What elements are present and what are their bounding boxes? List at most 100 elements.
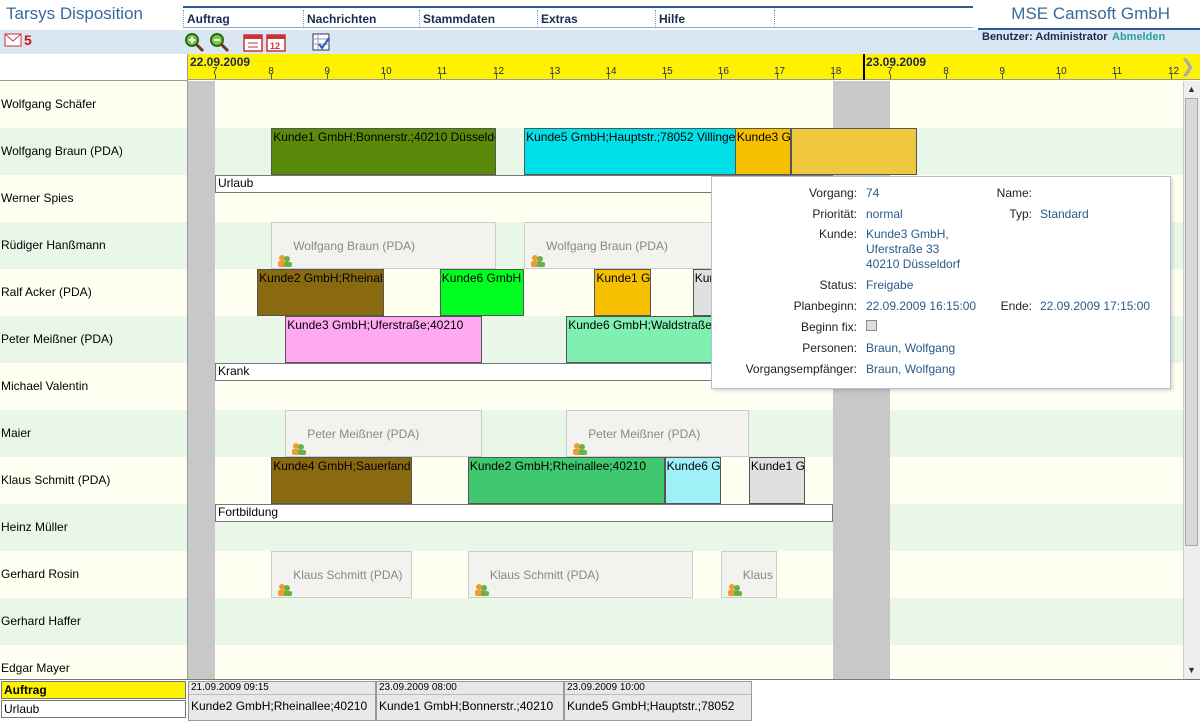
job-bar[interactable]: Kunde3 GmbH;Uferstraße;40210 [734,128,792,175]
people-icon [276,240,293,267]
employee-name[interactable]: Edgar Mayer [0,645,187,679]
menu-extras[interactable]: Extras [537,10,655,28]
unscheduled-card[interactable]: 23.09.2009 10:00 Kunde5 GmbH;Hauptstr.;7… [564,681,752,721]
menu-hilfe[interactable]: Hilfe [655,10,775,28]
unscheduled-type-urlaub[interactable]: Urlaub [1,700,186,718]
assignment-bar[interactable]: Peter Meißner (PDA) [285,410,482,457]
people-icon [473,569,489,596]
scroll-right-icon[interactable]: ❯ [1180,56,1198,76]
tip-empf-label: Vorgangsempfänger: [745,362,857,376]
assignment-label: Klaus Schmitt (PDA) [293,568,403,582]
employee-name[interactable]: Klaus Schmitt (PDA) [0,457,187,504]
hour-tick [833,74,835,79]
job-bar[interactable]: Kunde6 GmbH [664,457,721,504]
scroll-up-icon[interactable]: ▲ [1185,82,1198,97]
tip-typ-value: Standard [1040,207,1089,221]
job-bar[interactable]: Kunde1 GmbH [748,457,806,504]
employee-name[interactable]: Heinz Müller [0,504,187,551]
employee-name[interactable]: Werner Spies [0,175,187,222]
hour-tick-label: 12 [493,66,505,77]
hour-tick [327,74,329,79]
job-bar[interactable]: Kunde1 GmbH;Bonnerstr.;40210 Düsseldorf [271,128,496,175]
employee-name[interactable]: Gerhard Haffer [0,598,187,645]
zoom-out-icon[interactable] [208,31,230,53]
menu-stammdaten[interactable]: Stammdaten [419,10,537,28]
assignment-bar[interactable]: Peter Meißner (PDA) [566,410,749,457]
calendar-twelve-icon[interactable]: 12 [265,31,287,53]
tip-status-label: Status: [819,278,857,292]
job-bar[interactable]: Kunde1 GmbH [594,269,651,316]
employee-name[interactable]: Wolfgang Schäfer [0,81,187,128]
app-title: Tarsys Disposition [6,4,143,23]
menu-auftrag[interactable]: Auftrag [183,10,303,28]
hour-tick [946,74,948,79]
employee-name[interactable]: Wolfgang Braun (PDA) [0,128,187,175]
card-text: Kunde5 GmbH;Hauptstr.;78052 [567,699,735,713]
logout-link[interactable]: Abmelden [1112,31,1165,43]
scrollbar-thumb[interactable] [1185,98,1198,546]
job-bar[interactable]: Kunde4 GmbH;Sauerland [271,457,412,504]
day-label: 23.09.2009 [866,55,927,69]
unscheduled-card[interactable]: 23.09.2009 08:00 Kunde1 GmbH;Bonnerstr.;… [376,681,564,721]
job-bar[interactable]: Kunde2 GmbH;Rheinallee [257,269,384,316]
assignment-label: Peter Meißner (PDA) [588,427,701,441]
employee-name[interactable]: Ralf Acker (PDA) [0,269,187,316]
zoom-in-icon[interactable] [183,31,205,53]
schedule-row[interactable] [188,645,1183,679]
assignment-bar[interactable]: Klaus Schmitt (PDA) [720,551,777,598]
hour-tick [439,74,441,79]
unscheduled-type-auftrag[interactable]: Auftrag [1,681,186,699]
employee-name[interactable]: Peter Meißner (PDA) [0,316,187,363]
tip-vorgang-value: 74 [866,186,880,200]
beginn-fix-checkbox[interactable] [866,320,877,331]
scroll-down-icon[interactable]: ▼ [1185,663,1198,678]
assignment-bar[interactable]: Klaus Schmitt (PDA) [467,551,693,598]
people-icon [290,428,307,455]
tip-kunde-line2: Uferstraße 33 [866,242,940,256]
card-date: 21.09.2009 09:15 [189,682,375,695]
job-bar[interactable] [791,128,918,175]
unscheduled-card[interactable]: 21.09.2009 09:15 Kunde2 GmbH;Rheinallee;… [188,681,376,721]
tip-planbeginn-value: 22.09.2009 16:15:00 [866,299,977,313]
hour-tick-label: 12 [1168,66,1180,77]
tip-prio-label: Priorität: [812,207,857,221]
tip-kunde-label: Kunde: [818,227,857,241]
people-icon [726,569,742,596]
schedule-row[interactable] [188,598,1183,645]
absence-bar[interactable]: Fortbildung [215,504,834,522]
hour-tick [664,74,666,79]
employee-name[interactable]: Maier [0,410,187,457]
tip-ende-value: 22.09.2009 17:15:00 [1040,299,1151,313]
employee-name[interactable]: Michael Valentin [0,363,187,410]
hour-tick [1002,74,1004,79]
employee-header [0,54,188,81]
menu-nachrichten[interactable]: Nachrichten [303,10,419,28]
hour-tick [1171,74,1172,79]
job-bar[interactable]: Kunde2 GmbH;Rheinallee;40210 [467,457,665,504]
employee-name[interactable]: Gerhard Rosin [0,551,187,598]
menu-bar: Auftrag Nachrichten Stammdaten Extras Hi… [183,6,973,28]
checklist-icon[interactable] [310,31,332,53]
job-bar[interactable]: Kunde6 GmbH [439,269,525,316]
tip-kunde-line1: Kunde3 GmbH, [866,227,949,241]
schedule-row[interactable] [188,81,1183,128]
assignment-bar[interactable]: Wolfgang Braun (PDA) [271,222,496,269]
hour-tick-label: 14 [605,66,617,77]
tip-typ-label: Typ: [1009,207,1032,221]
hour-tick [720,74,722,79]
day-label: 22.09.2009 [190,55,251,69]
hour-tick [1114,74,1116,79]
assignment-bar[interactable]: Klaus Schmitt (PDA) [271,551,412,598]
job-bar[interactable]: Kunde5 GmbH;Hauptstr.;78052 Villingen [524,128,749,175]
tip-vorgang-label: Vorgang: [808,186,857,200]
hour-tick-label: 11 [1111,66,1123,77]
people-icon [529,240,546,267]
job-bar[interactable]: Kunde3 GmbH;Uferstraße;40210 [285,316,482,363]
mail-icon[interactable] [4,33,22,47]
employee-name[interactable]: Rüdiger Hanßmann [0,222,187,269]
card-date: 23.09.2009 08:00 [377,682,563,695]
hour-tick-label: 16 [717,66,729,77]
user-label: Benutzer: Administrator [982,31,1108,43]
tip-planbeginn-label: Planbeginn: [793,299,857,313]
calendar-day-icon[interactable] [242,31,264,53]
